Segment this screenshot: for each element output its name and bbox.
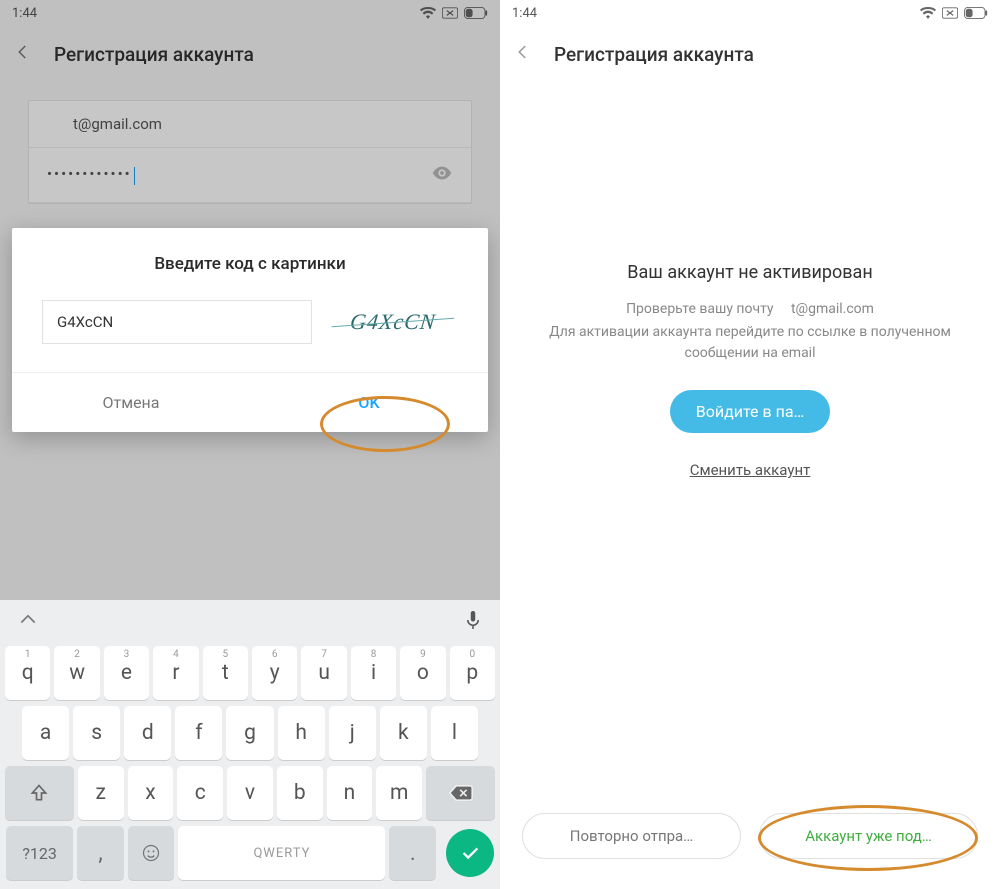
captcha-input[interactable] <box>42 300 312 344</box>
key-a[interactable]: a <box>22 706 69 760</box>
cancel-button[interactable]: Отмена <box>12 373 250 432</box>
kb-expand-icon[interactable] <box>18 610 38 634</box>
switch-account-link[interactable]: Сменить аккаунт <box>690 461 811 479</box>
wifi-icon <box>920 7 936 19</box>
captcha-image[interactable]: G4XcCN <box>326 301 460 343</box>
key-x[interactable]: x <box>128 766 174 820</box>
status-time: 1:44 <box>512 6 537 21</box>
key-u[interactable]: 7u <box>301 646 346 700</box>
key-z[interactable]: z <box>78 766 124 820</box>
key-o[interactable]: 9o <box>400 646 445 700</box>
captcha-dialog: Введите код с картинки G4XcCN Отмена OK <box>12 228 488 432</box>
backspace-key[interactable] <box>426 766 495 820</box>
confirmed-button[interactable]: Аккаунт уже под… <box>759 813 978 859</box>
enter-key[interactable] <box>446 829 494 877</box>
space-key[interactable]: QWERTY <box>178 826 385 880</box>
key-r[interactable]: 4r <box>153 646 198 700</box>
resend-button[interactable]: Повторно отпра… <box>522 813 741 859</box>
key-m[interactable]: m <box>376 766 422 820</box>
key-e[interactable]: 3e <box>104 646 149 700</box>
header: Регистрация аккаунта <box>500 26 1000 82</box>
keyboard: 1q2w3e4r5t6y7u8i9o0p asdfghjkl zxcvbnm ?… <box>0 600 500 889</box>
page-title: Регистрация аккаунта <box>554 43 754 66</box>
key-c[interactable]: c <box>177 766 223 820</box>
shift-key[interactable] <box>5 766 74 820</box>
key-l[interactable]: l <box>431 706 478 760</box>
key-h[interactable]: h <box>278 706 325 760</box>
key-f[interactable]: f <box>175 706 222 760</box>
key-p[interactable]: 0p <box>450 646 495 700</box>
activation-heading: Ваш аккаунт не активирован <box>536 262 964 283</box>
kb-row-2: asdfghjkl <box>0 703 500 763</box>
phone-left: 1:44 Регистрация аккаунта t@gmail.com ••… <box>0 0 500 889</box>
key-q[interactable]: 1q <box>5 646 50 700</box>
key-d[interactable]: d <box>124 706 171 760</box>
close-box-icon <box>942 7 958 19</box>
status-bar: 1:44 <box>500 0 1000 26</box>
key-v[interactable]: v <box>227 766 273 820</box>
check-mail-line: Проверьте вашу почту t@gmail.com <box>536 299 964 320</box>
kb-row-3: zxcvbnm <box>0 763 500 823</box>
ok-button[interactable]: OK <box>250 373 488 432</box>
login-button[interactable]: Войдите в па… <box>670 390 831 433</box>
key-j[interactable]: j <box>329 706 376 760</box>
key-i[interactable]: 8i <box>351 646 396 700</box>
period-key[interactable]: . <box>389 826 436 880</box>
key-b[interactable]: b <box>277 766 323 820</box>
dialog-title: Введите код с картинки <box>12 228 488 294</box>
activation-block: Ваш аккаунт не активирован Проверьте ваш… <box>500 82 1000 479</box>
key-y[interactable]: 6y <box>252 646 297 700</box>
bottom-actions: Повторно отпра… Аккаунт уже под… <box>500 813 1000 859</box>
comma-key[interactable]: , <box>77 826 124 880</box>
key-k[interactable]: k <box>380 706 427 760</box>
back-icon[interactable] <box>514 43 532 65</box>
fn-123-key[interactable]: ?123 <box>6 826 73 880</box>
key-n[interactable]: n <box>327 766 373 820</box>
mic-icon[interactable] <box>464 609 482 635</box>
key-g[interactable]: g <box>226 706 273 760</box>
key-w[interactable]: 2w <box>54 646 99 700</box>
kb-row-4: ?123 , QWERTY . <box>0 823 500 883</box>
emoji-key[interactable] <box>128 826 175 880</box>
key-s[interactable]: s <box>73 706 120 760</box>
kb-row-1: 1q2w3e4r5t6y7u8i9o0p <box>0 644 500 703</box>
phone-right: 1:44 Регистрация аккаунта Ваш аккаунт не… <box>500 0 1000 889</box>
key-t[interactable]: 5t <box>203 646 248 700</box>
instruction-line: Для активации аккаунта перейдите по ссыл… <box>536 322 964 364</box>
battery-icon <box>964 7 988 19</box>
